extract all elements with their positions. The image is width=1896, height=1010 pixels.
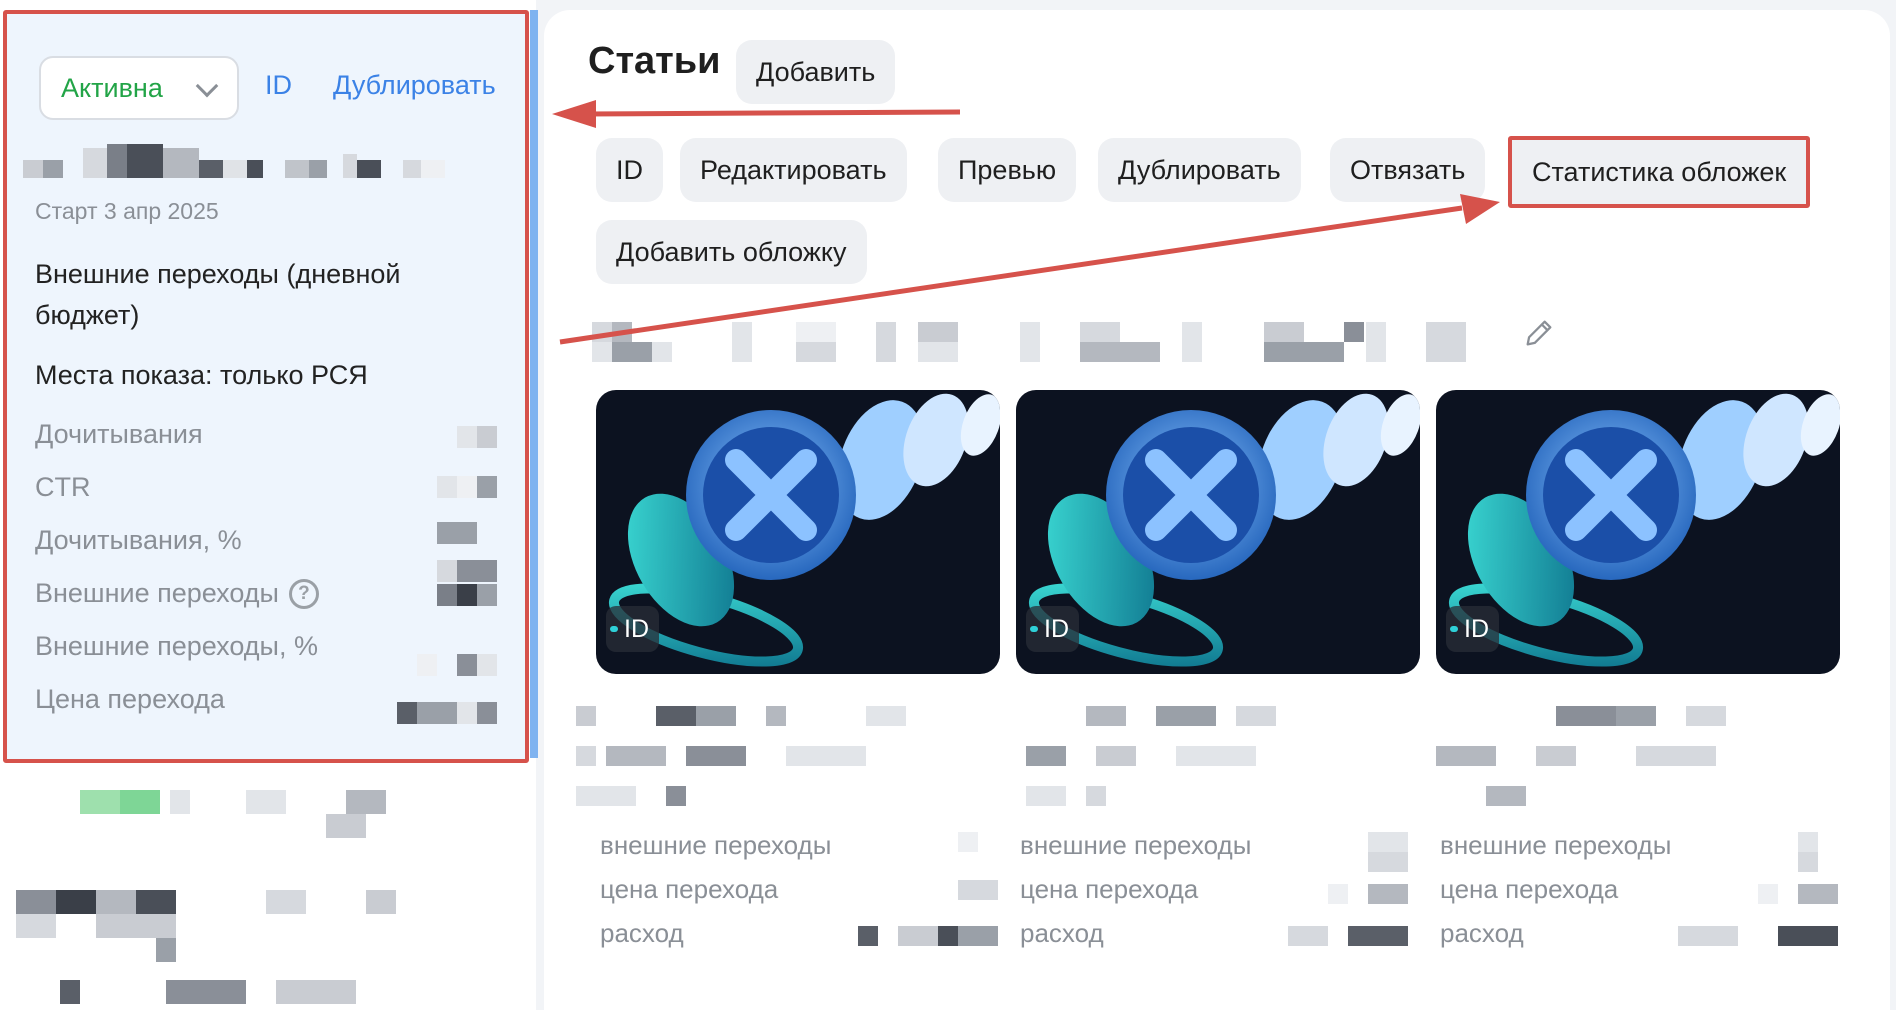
redacted-campaign-name [23, 144, 463, 184]
selected-card-indicator [530, 10, 538, 758]
redacted-next-campaign [16, 790, 396, 1004]
metric-external-clicks: Внешние переходы ? [35, 578, 319, 609]
cover-stats-button[interactable]: Статистика обложек [1508, 136, 1811, 208]
redacted-stat-values [858, 832, 1838, 946]
stat-label-price: цена перехода [600, 874, 779, 904]
unlink-button[interactable]: Отвязать [1330, 138, 1486, 202]
duplicate-button[interactable]: Дублировать [1098, 138, 1301, 202]
start-date: Старт 3 апр 2025 [35, 198, 219, 224]
cover-id-badge: ID [1446, 606, 1499, 652]
status-value: Активна [61, 72, 163, 103]
metric-external-clicks-rate: Внешние переходы, % [35, 631, 318, 662]
help-icon[interactable]: ? [288, 578, 319, 609]
pencil-icon[interactable] [1522, 316, 1556, 350]
metric-label: Внешние переходы, % [35, 631, 318, 661]
metric-label: Дочитывания, % [35, 525, 242, 555]
status-select[interactable]: Активна [39, 56, 239, 120]
metric-ctr: CTR [35, 472, 91, 503]
chevron-down-icon [195, 74, 219, 98]
campaign-goal: Внешние переходы (дневной бюджет) [35, 259, 401, 330]
stat-label-spend: расход [600, 918, 684, 948]
id-link[interactable]: ID [265, 70, 292, 101]
cover-id-badge: ID [606, 606, 659, 652]
cover-id-badge: ID [1026, 606, 1079, 652]
metric-label: CTR [35, 472, 91, 502]
cover-card[interactable]: ID [1436, 390, 1840, 674]
redacted-pixels [23, 144, 445, 178]
cover-id-text: ID [624, 614, 649, 643]
placement-info: Места показа: только РСЯ [35, 360, 368, 390]
cover-card[interactable]: ID [596, 390, 1000, 674]
metric-label: Цена перехода [35, 684, 225, 714]
cover-id-text: ID [1464, 614, 1489, 643]
preview-button[interactable]: Превью [938, 138, 1077, 202]
metric-label: Дочитывания [35, 419, 203, 449]
add-article-button[interactable]: Добавить [736, 40, 896, 104]
cover-id-text: ID [1044, 614, 1069, 643]
metric-click-price: Цена перехода [35, 684, 225, 715]
redacted-article-title [592, 322, 1466, 362]
metric-label: Внешние переходы [35, 578, 279, 608]
metric-read-completions: Дочитывания [35, 419, 203, 450]
duplicate-link[interactable]: Дублировать [333, 70, 496, 101]
redacted-cover-titles [576, 706, 1726, 806]
cover-card[interactable]: ID [1016, 390, 1420, 674]
redacted-metric-values [397, 426, 497, 724]
id-button[interactable]: ID [596, 138, 663, 202]
add-cover-button[interactable]: Добавить обложку [596, 220, 867, 284]
metric-read-rate: Дочитывания, % [35, 525, 242, 556]
campaign-card: Активна ID Дублировать Старт 3 апр 2025 … [3, 10, 529, 763]
page-title: Статьи [588, 40, 721, 82]
edit-button[interactable]: Редактировать [680, 138, 907, 202]
stat-label-clicks: внешние переходы [600, 830, 832, 860]
